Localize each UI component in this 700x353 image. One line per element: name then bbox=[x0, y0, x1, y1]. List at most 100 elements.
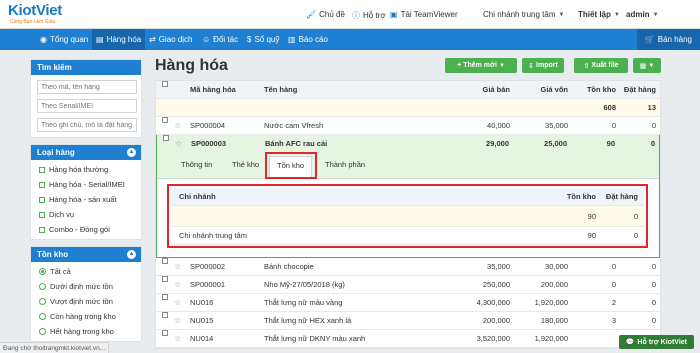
type-option[interactable]: Dịch vụ bbox=[31, 207, 141, 222]
detail-tabs: Thông tin Thẻ kho Tồn kho Thành phần bbox=[157, 153, 659, 179]
logo[interactable]: KiotViet Cùng Bạn Làm Giàu bbox=[8, 2, 62, 26]
stock-option[interactable]: Còn hàng trong kho bbox=[31, 309, 141, 324]
theme-link[interactable]: 🖌 Chủ đề bbox=[306, 10, 345, 19]
select-all-checkbox[interactable] bbox=[162, 81, 168, 87]
star-icon[interactable]: ☆ bbox=[175, 135, 182, 153]
type-option[interactable]: Hàng hóa - sản xuất bbox=[31, 192, 141, 207]
cell-code: SP000001 bbox=[190, 280, 226, 289]
chevron-up-icon[interactable]: ▲ bbox=[127, 250, 136, 259]
checkbox[interactable] bbox=[39, 211, 45, 218]
cell-price: 3,520,000 bbox=[476, 334, 510, 343]
star-icon[interactable]: ☆ bbox=[174, 258, 181, 276]
header-stock[interactable]: Tồn kho bbox=[587, 81, 616, 99]
search-panel-title: Tìm kiếm bbox=[31, 60, 141, 75]
user-menu[interactable]: admin ▼ bbox=[626, 10, 659, 19]
radio[interactable] bbox=[39, 328, 46, 335]
nav-partners[interactable]: ☺ Đối tác bbox=[198, 29, 242, 50]
radio[interactable] bbox=[39, 298, 46, 305]
table-row[interactable]: ☆ NU014 Thắt lưng nữ DKNY màu xanh 3,520… bbox=[156, 330, 660, 348]
star-icon[interactable]: ☆ bbox=[174, 117, 181, 135]
table-row[interactable]: ☆ SP000004 Nước cam Vfresh 40,000 35,000… bbox=[156, 117, 660, 135]
teamviewer-link[interactable]: ▣ Tải TeamViewer bbox=[390, 10, 458, 19]
settings-menu[interactable]: Thiết lập ▼ bbox=[578, 10, 620, 19]
table-row-selected[interactable]: ☆ SP000003 Bánh AFC rau cải 29,000 25,00… bbox=[157, 135, 659, 153]
radio-selected[interactable] bbox=[39, 268, 46, 275]
support-button[interactable]: 💬 Hỗ trợ KiotViet bbox=[618, 335, 694, 349]
box-icon: ▤ bbox=[96, 35, 104, 44]
add-new-button[interactable]: + Thêm mới ▼ bbox=[445, 58, 517, 73]
table-row[interactable]: ☆ SP000002 Bánh chocopie 35,000 30,000 0… bbox=[156, 258, 660, 276]
type-option-label: Hàng hóa - sản xuất bbox=[49, 195, 117, 204]
header-price[interactable]: Giá bán bbox=[482, 81, 510, 99]
header-cost[interactable]: Giá vốn bbox=[540, 81, 568, 99]
tab-stock-card[interactable]: Thẻ kho bbox=[232, 160, 259, 169]
stock-option[interactable]: Hết hàng trong kho bbox=[31, 324, 141, 339]
stock-option[interactable]: Vượt định mức tồn bbox=[31, 294, 141, 309]
nav-partners-label: Đối tác bbox=[213, 35, 239, 44]
highlight-box-tab bbox=[265, 152, 317, 179]
nav-reports[interactable]: ▥ Báo cáo bbox=[284, 29, 332, 50]
star-icon[interactable]: ☆ bbox=[174, 312, 181, 330]
row-checkbox[interactable] bbox=[162, 330, 168, 336]
header-name[interactable]: Tên hàng bbox=[264, 81, 297, 99]
grid-icon: ▦ bbox=[639, 62, 647, 70]
star-icon[interactable]: ☆ bbox=[174, 330, 181, 348]
tab-info[interactable]: Thông tin bbox=[181, 160, 212, 169]
type-option[interactable]: Hàng hóa - Serial/IMEI bbox=[31, 177, 141, 192]
row-checkbox[interactable] bbox=[162, 117, 168, 123]
nav-overview[interactable]: ◉ Tổng quan bbox=[36, 29, 92, 50]
type-option[interactable]: Combo - Đóng gói bbox=[31, 222, 141, 237]
table-row[interactable]: ☆ SP000001 Nho Mỹ-27/05/2018 (kg) 250,00… bbox=[156, 276, 660, 294]
stock-option-label: Còn hàng trong kho bbox=[50, 312, 116, 321]
checkbox[interactable] bbox=[39, 196, 45, 203]
nav-products-label: Hàng hóa bbox=[106, 35, 142, 44]
row-checkbox[interactable] bbox=[163, 135, 169, 141]
search-code-input[interactable] bbox=[37, 80, 137, 94]
cell-name: Nho Mỹ-27/05/2018 (kg) bbox=[264, 280, 345, 289]
user-label: admin bbox=[626, 10, 650, 19]
header-order[interactable]: Đặt hàng bbox=[624, 81, 656, 99]
stock-panel-header[interactable]: Tồn kho ▲ bbox=[31, 247, 141, 262]
star-icon[interactable]: ☆ bbox=[174, 294, 181, 312]
logo-text: KiotViet bbox=[8, 2, 62, 19]
chevron-up-icon[interactable]: ▲ bbox=[127, 148, 136, 157]
header-code[interactable]: Mã hàng hóa bbox=[190, 81, 236, 99]
help-link[interactable]: ⓘ Hỗ trợ bbox=[352, 10, 386, 21]
cell-stock: 0 bbox=[611, 262, 616, 271]
tab-components[interactable]: Thành phần bbox=[325, 160, 365, 169]
nav-transactions[interactable]: ⇄ Giao dịch bbox=[145, 29, 197, 50]
checkbox[interactable] bbox=[39, 181, 45, 188]
cell-code: NU014 bbox=[190, 334, 214, 343]
nav-products[interactable]: ▤ Hàng hóa bbox=[92, 29, 146, 50]
sale-button[interactable]: 🛒 Bán hàng bbox=[636, 29, 700, 50]
help-label: Hỗ trợ bbox=[363, 11, 386, 20]
type-panel-header[interactable]: Loại hàng ▲ bbox=[31, 145, 141, 160]
cell-stock: 0 bbox=[611, 121, 616, 130]
checkbox[interactable] bbox=[39, 226, 45, 233]
stock-option[interactable]: Tất cả bbox=[31, 264, 141, 279]
row-checkbox[interactable] bbox=[162, 258, 168, 264]
radio[interactable] bbox=[39, 283, 46, 290]
help-circle-icon: ⓘ bbox=[352, 11, 360, 20]
search-note-input[interactable] bbox=[37, 118, 137, 132]
nav-cashbook[interactable]: $ Sổ quỹ bbox=[243, 29, 283, 50]
type-option[interactable]: Hàng hóa thường bbox=[31, 162, 141, 177]
radio[interactable] bbox=[39, 313, 46, 320]
table-row[interactable]: ☆ NU015 Thắt lưng nữ HEX xanh lá 200,000… bbox=[156, 312, 660, 330]
export-button[interactable]: ⇧ Xuất file bbox=[574, 58, 628, 73]
search-serial-input[interactable] bbox=[37, 99, 137, 113]
row-checkbox[interactable] bbox=[162, 294, 168, 300]
type-panel-title: Loại hàng bbox=[37, 148, 75, 157]
chevron-down-icon: ▼ bbox=[498, 62, 505, 69]
branch-selector[interactable]: Chi nhánh trung tâm ▼ bbox=[483, 10, 564, 19]
chart-icon: ▥ bbox=[288, 35, 296, 44]
row-checkbox[interactable] bbox=[162, 276, 168, 282]
star-icon[interactable]: ☆ bbox=[174, 276, 181, 294]
column-view-button[interactable]: ▦ ▼ bbox=[633, 58, 661, 73]
support-label: Hỗ trợ KiotViet bbox=[637, 338, 687, 346]
row-checkbox[interactable] bbox=[162, 312, 168, 318]
stock-option[interactable]: Dưới định mức tồn bbox=[31, 279, 141, 294]
table-row[interactable]: ☆ NU016 Thắt lưng nữ màu vàng 4,300,000 … bbox=[156, 294, 660, 312]
import-button[interactable]: ⇩ Import bbox=[522, 58, 564, 73]
checkbox[interactable] bbox=[39, 166, 45, 173]
